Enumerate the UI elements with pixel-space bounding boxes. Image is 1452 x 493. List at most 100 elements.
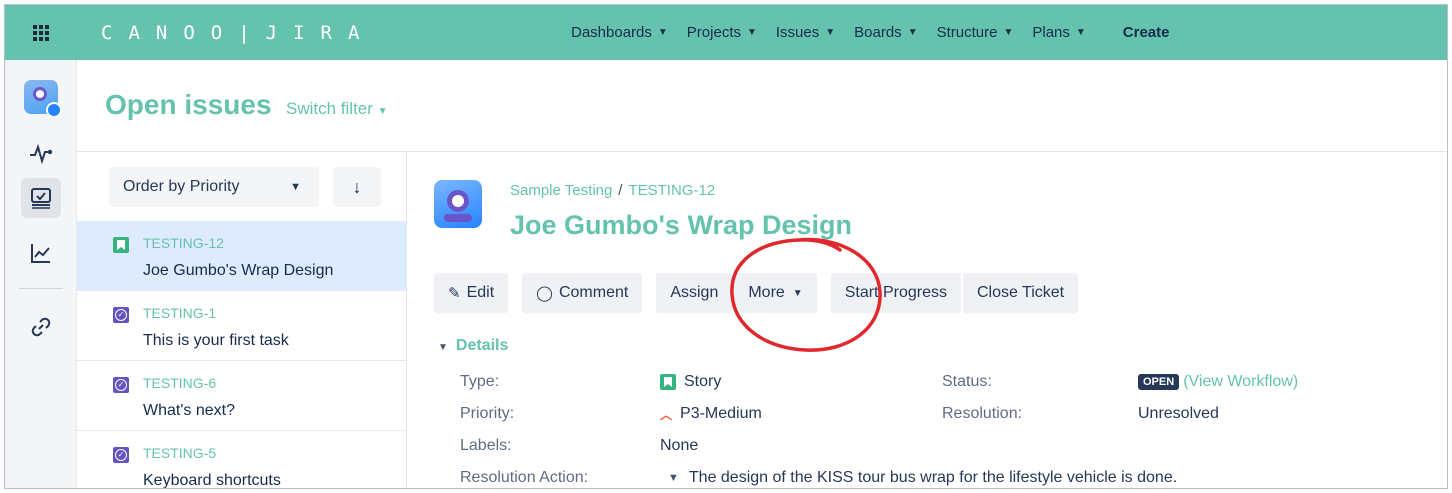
type-value-text: Story <box>684 373 722 390</box>
labels-label: Labels: <box>460 437 512 454</box>
chevron-down-icon: ▼ <box>746 27 757 38</box>
nav-boards-label: Boards <box>854 24 902 41</box>
nav-issues[interactable]: Issues ▼ <box>776 24 835 41</box>
reports-icon <box>31 244 50 263</box>
issue-summary: This is your first task <box>143 332 289 349</box>
details-label: Details <box>455 337 509 354</box>
comment-button[interactable]: ◯ Comment <box>522 273 643 313</box>
priority-value-text: P3-Medium <box>680 405 762 422</box>
edit-button[interactable]: ✎ Edit <box>434 273 509 313</box>
start-progress-button[interactable]: Start Progress <box>830 273 961 313</box>
priority-label: Priority: <box>460 405 515 422</box>
breadcrumb-separator: / <box>618 182 623 199</box>
project-avatar-icon <box>434 180 482 228</box>
priority-value: ︿ P3-Medium <box>660 405 762 423</box>
app-switcher-icon[interactable] <box>5 5 77 60</box>
details-section-toggle[interactable]: ▼ Details <box>438 337 508 355</box>
rail-reports[interactable] <box>5 240 77 266</box>
close-ticket-label: Close Ticket <box>976 284 1065 301</box>
nav-plans-label: Plans <box>1032 24 1070 41</box>
breadcrumb-issue-link[interactable]: TESTING-12 <box>628 182 715 199</box>
comment-icon: ◯ <box>536 285 553 302</box>
pencil-icon: ✎ <box>448 285 461 302</box>
list-item[interactable]: TESTING-12 Joe Gumbo's Wrap Design <box>77 221 407 291</box>
app-frame: CANOO|JIRA Dashboards ▼ Projects ▼ Issues ▼… <box>4 4 1448 489</box>
issue-summary: What's next? <box>143 402 235 419</box>
assign-button[interactable]: Assign <box>656 273 733 313</box>
type-label: Type: <box>460 373 500 390</box>
status-badge: OPEN <box>1138 374 1180 390</box>
nav-structure-label: Structure <box>936 24 998 41</box>
edit-label: Edit <box>466 284 495 301</box>
chevron-down-icon: ▼ <box>1075 27 1086 38</box>
brand-logo[interactable]: CANOO|JIRA <box>101 22 521 44</box>
more-label: More <box>748 284 785 301</box>
order-by-label: Order by Priority <box>123 178 240 195</box>
issue-summary: Keyboard shortcuts <box>143 472 281 489</box>
project-avatar[interactable] <box>5 80 77 118</box>
project-sidebar-rail <box>5 60 77 488</box>
switch-filter-label: Switch filter <box>286 99 373 118</box>
chevron-down-icon: ▼ <box>792 287 803 299</box>
board-icon <box>31 188 51 209</box>
resolution-label: Resolution: <box>942 405 1023 422</box>
create-button[interactable]: Create <box>1123 24 1170 41</box>
rail-board[interactable] <box>5 178 77 218</box>
nav-projects[interactable]: Projects ▼ <box>687 24 757 41</box>
sort-direction-button[interactable]: ↓ <box>333 167 381 207</box>
list-item[interactable]: TESTING-5 Keyboard shortcuts <box>77 431 407 489</box>
chevron-down-icon: ▼ <box>657 27 668 38</box>
view-workflow-link[interactable]: (View Workflow) <box>1183 373 1298 391</box>
task-icon <box>113 447 129 463</box>
chevron-down-icon: ▼ <box>907 27 918 38</box>
status-value: OPEN (View Workflow) <box>1138 373 1298 391</box>
issue-key: TESTING-1 <box>143 305 217 321</box>
activity-icon <box>30 143 53 165</box>
resolution-action-label: Resolution Action: <box>460 469 589 486</box>
issue-key: TESTING-12 <box>143 235 224 251</box>
order-by-select[interactable]: Order by Priority ▼ <box>109 167 319 207</box>
nav-structure[interactable]: Structure ▼ <box>937 24 1014 41</box>
link-icon <box>31 317 51 337</box>
list-item[interactable]: TESTING-6 What's next? <box>77 361 407 431</box>
type-value: Story <box>660 373 721 391</box>
rail-links[interactable] <box>5 314 77 340</box>
more-button[interactable]: More ▼ <box>734 273 817 313</box>
story-icon <box>113 237 129 253</box>
page-title: Open issues <box>105 89 272 120</box>
chevron-down-icon: ▼ <box>1003 27 1014 38</box>
chevron-down-icon: ▼ <box>438 342 448 353</box>
list-item[interactable]: TESTING-1 This is your first task <box>77 291 407 361</box>
close-ticket-button[interactable]: Close Ticket <box>962 273 1079 313</box>
resolution-action-text: The design of the KISS tour bus wrap for… <box>688 469 1178 486</box>
chevron-down-icon: ▼ <box>290 181 301 193</box>
chevron-down-icon: ▼ <box>825 27 836 38</box>
rail-activity[interactable] <box>5 140 77 166</box>
issue-toolbar: ✎ Edit ◯ Comment Assign More ▼ Start Progre… <box>434 273 1092 313</box>
issue-detail-panel: Sample Testing / TESTING-12 Joe Gumbo's Wr… <box>408 152 1447 488</box>
nav-dashboards-label: Dashboards <box>571 24 652 41</box>
nav-projects-label: Projects <box>686 24 741 41</box>
resolution-action-value: ▼ The design of the KISS tour bus wrap fo… <box>668 469 1177 487</box>
nav-dashboards[interactable]: Dashboards ▼ <box>571 24 668 41</box>
resolution-value: Unresolved <box>1138 405 1219 422</box>
story-icon <box>660 374 676 390</box>
status-label: Status: <box>942 373 992 390</box>
nav-menu: Dashboards ▼ Projects ▼ Issues ▼ Boards ▼ St… <box>571 24 1170 41</box>
breadcrumb-project-link[interactable]: Sample Testing <box>510 182 612 199</box>
switch-filter-button[interactable]: Switch filter ▼ <box>286 99 388 119</box>
comment-label: Comment <box>558 284 629 301</box>
breadcrumb: Sample Testing / TESTING-12 <box>510 182 715 199</box>
nav-boards[interactable]: Boards ▼ <box>854 24 917 41</box>
issue-summary: Joe Gumbo's Wrap Design <box>143 262 334 279</box>
rail-divider <box>19 288 63 289</box>
nav-plans[interactable]: Plans ▼ <box>1032 24 1085 41</box>
issue-key: TESTING-6 <box>143 375 217 391</box>
nav-issues-label: Issues <box>775 24 820 41</box>
issue-key: TESTING-5 <box>143 445 217 461</box>
labels-value: None <box>660 437 699 454</box>
issue-list-panel: Order by Priority ▼ ↓ TESTING-12 Joe Gumb… <box>77 152 407 489</box>
arrow-down-icon: ↓ <box>352 176 362 197</box>
priority-medium-icon: ︿ <box>660 407 673 422</box>
start-progress-label: Start Progress <box>844 284 947 301</box>
